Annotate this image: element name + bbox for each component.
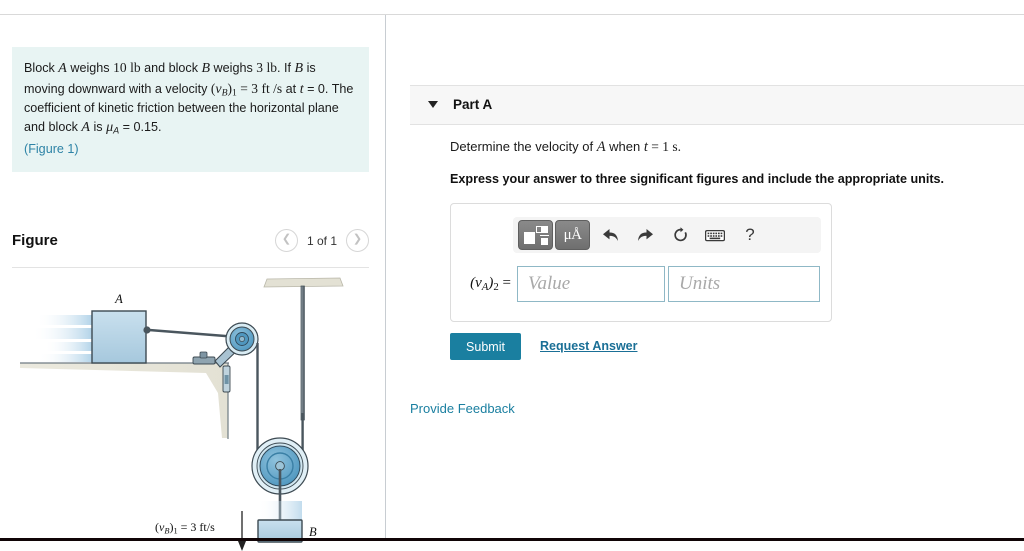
figure-diagram[interactable]: A B (vB)1 = 3 ft/s bbox=[10, 273, 380, 551]
velocity-annotation: (vB)1 = 3 ft/s bbox=[155, 511, 246, 551]
answer-units-input[interactable] bbox=[668, 266, 820, 302]
motion-blur bbox=[32, 315, 94, 362]
velocity-label: (vB)1 = 3 ft/s bbox=[155, 520, 215, 535]
answer-value-input[interactable] bbox=[517, 266, 665, 302]
answer-instruction: Express your answer to three significant… bbox=[450, 172, 945, 186]
variable-A: A bbox=[58, 61, 67, 76]
provide-feedback-link[interactable]: Provide Feedback bbox=[410, 401, 515, 416]
redo-icon bbox=[637, 228, 653, 241]
reset-button[interactable] bbox=[665, 221, 695, 249]
problem-text-segment: is bbox=[89, 120, 107, 135]
problem-text-segment: . If bbox=[277, 61, 295, 75]
problem-text-segment: weighs bbox=[66, 61, 114, 75]
figure-counter: 1 of 1 bbox=[306, 233, 337, 248]
vb-expression: (vB)1 bbox=[210, 80, 237, 99]
chevron-down-icon[interactable] bbox=[428, 101, 438, 108]
answer-entry-box: μÅ ? (vA)2 = Value Units bbox=[450, 203, 832, 322]
figure-header: Figure ❮ 1 of 1 ❯ bbox=[12, 227, 369, 265]
problem-text-segment: at bbox=[282, 81, 300, 96]
equals-sign: = bbox=[236, 80, 252, 96]
variable-B: B bbox=[201, 61, 211, 76]
weight-b-value: 3 bbox=[256, 60, 264, 75]
figure-title: Figure bbox=[12, 232, 58, 249]
part-a-header[interactable]: Part A bbox=[410, 85, 1024, 125]
vb-value: 3 bbox=[251, 80, 259, 96]
weight-a-unit: lb bbox=[130, 60, 141, 75]
answer-variable-label: (vA)2 = bbox=[470, 274, 511, 293]
block-b-label: B bbox=[309, 525, 317, 539]
redo-button[interactable] bbox=[630, 221, 660, 249]
figure-divider bbox=[12, 267, 369, 268]
block-a-label: A bbox=[114, 292, 123, 306]
block-a: A bbox=[91, 292, 147, 364]
keyboard-button[interactable] bbox=[700, 221, 730, 249]
keyboard-icon bbox=[705, 229, 725, 241]
chevron-left-icon[interactable]: ❮ bbox=[274, 229, 298, 252]
math-template-button[interactable] bbox=[518, 220, 553, 250]
figure-navigation: ❮ 1 of 1 ❯ bbox=[274, 229, 369, 252]
right-panel: Part A Determine the velocity of A when … bbox=[386, 15, 1024, 538]
reset-icon bbox=[673, 227, 687, 242]
question-variable-a: A bbox=[596, 139, 606, 155]
question-segment: = 1 s. bbox=[647, 139, 682, 154]
help-button[interactable]: ? bbox=[735, 221, 765, 249]
undo-button[interactable] bbox=[595, 221, 625, 249]
cord-a bbox=[143, 326, 239, 339]
math-toolbar: μÅ ? bbox=[513, 217, 821, 253]
variable-A-2: A bbox=[81, 120, 90, 136]
problem-text-segment: Block bbox=[24, 61, 59, 75]
weight-a-value: 10 bbox=[113, 60, 127, 75]
problem-text-segment: and block bbox=[140, 61, 202, 75]
units-icon: μÅ bbox=[563, 226, 582, 243]
problem-statement: Block A weighs 10 lb and block B weighs … bbox=[12, 47, 369, 173]
ground-surface bbox=[20, 362, 229, 439]
ceiling-support bbox=[263, 277, 344, 421]
variable-B-2: B bbox=[294, 61, 304, 76]
units-button[interactable]: μÅ bbox=[555, 220, 590, 250]
undo-icon bbox=[602, 228, 618, 241]
question-prompt: Determine the velocity of A when t = 1 s… bbox=[450, 139, 681, 156]
mu-value: = 0.15. bbox=[119, 120, 162, 135]
math-template-icon bbox=[523, 225, 549, 245]
page-root: Block A weighs 10 lb and block B weighs … bbox=[0, 0, 1024, 551]
problem-text-segment: weighs bbox=[210, 61, 257, 75]
help-icon: ? bbox=[745, 225, 755, 244]
figure-link[interactable]: (Figure 1) bbox=[24, 141, 357, 159]
part-a-label: Part A bbox=[453, 97, 493, 112]
chevron-right-icon[interactable]: ❯ bbox=[346, 229, 369, 252]
submit-button[interactable]: Submit bbox=[450, 333, 521, 360]
request-answer-link[interactable]: Request Answer bbox=[540, 339, 637, 353]
weight-b-unit: lb bbox=[266, 60, 278, 75]
upper-pulley bbox=[225, 322, 259, 356]
vb-unit: ft /s bbox=[261, 80, 283, 96]
answer-input-row: (vA)2 = bbox=[463, 266, 820, 302]
question-segment: when bbox=[605, 139, 644, 154]
left-panel: Block A weighs 10 lb and block B weighs … bbox=[0, 15, 385, 551]
question-segment: Determine the velocity of bbox=[450, 139, 597, 154]
